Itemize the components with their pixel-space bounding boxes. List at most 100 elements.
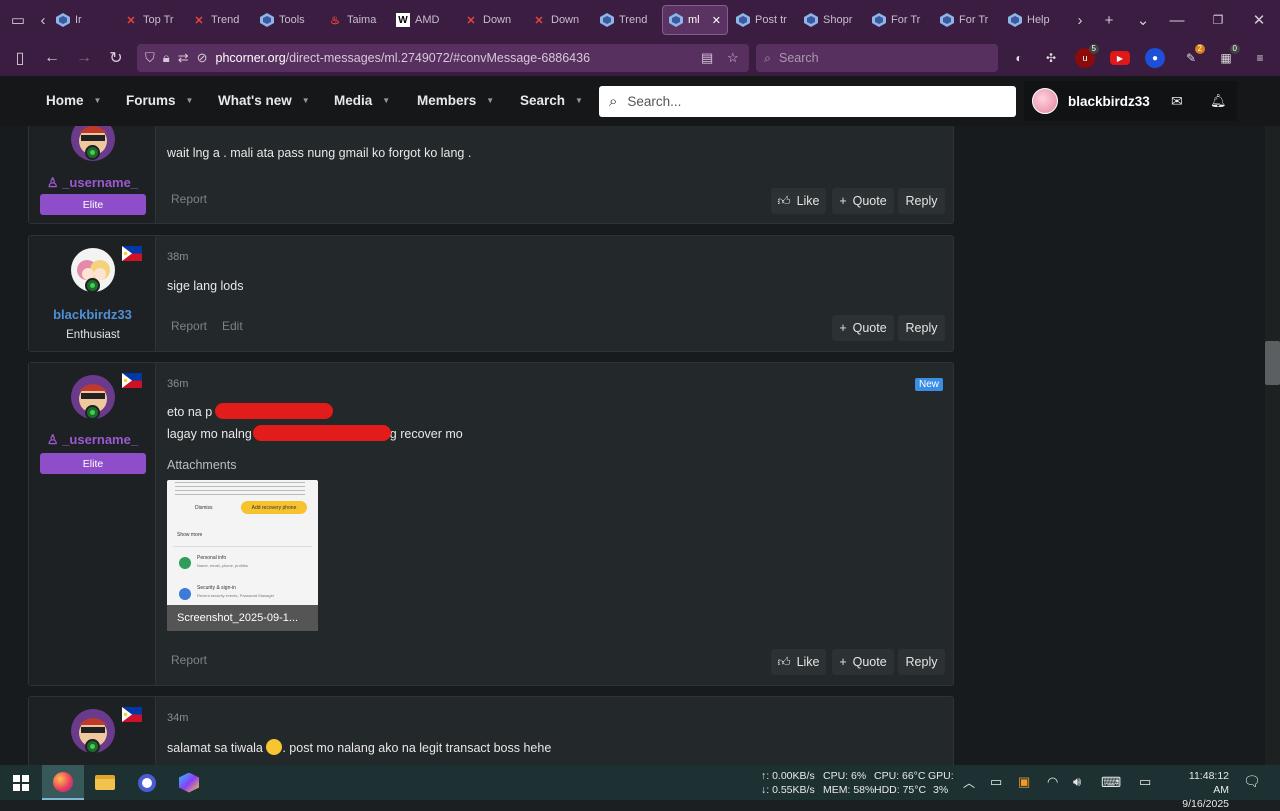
message-time[interactable]: 34m: [167, 712, 188, 724]
tab-list-icon[interactable]: ▭: [0, 0, 36, 40]
lock-icon[interactable]: 🔒︎: [163, 50, 170, 66]
display-icon[interactable]: ▭: [1139, 775, 1151, 789]
tabs-scroll-right-icon[interactable]: ›: [1068, 0, 1092, 40]
url-text[interactable]: phcorner.org/direct-messages/ml.2749072/…: [216, 51, 591, 65]
extension-circle-icon[interactable]: ●: [1145, 48, 1165, 68]
mail-icon[interactable]: ✉: [1171, 93, 1183, 110]
extension-tool-icon[interactable]: ✎ 2: [1181, 44, 1205, 68]
chevron-down-icon[interactable]: ▼: [575, 96, 583, 105]
vpn-app-icon[interactable]: [126, 765, 168, 800]
extension-container-icon[interactable]: ▦ 0: [1216, 44, 1240, 68]
browser-search-input[interactable]: ⌕ Search: [756, 44, 998, 72]
reply-button[interactable]: Reply: [898, 315, 945, 341]
thumbs-up-icon: 👍︎: [777, 654, 791, 669]
message-time[interactable]: 36m: [167, 378, 188, 390]
browser-tab[interactable]: ✕ Down: [458, 5, 524, 35]
user-menu[interactable]: blackbirdz33 ✉ 🔔︎: [1024, 81, 1237, 121]
close-tab-icon[interactable]: ✕: [712, 14, 721, 27]
browser-tab[interactable]: Help: [1002, 5, 1068, 35]
reader-view-icon[interactable]: ▤: [701, 50, 713, 66]
forward-icon[interactable]: →: [68, 40, 100, 76]
report-link[interactable]: Report: [171, 192, 207, 206]
message-username[interactable]: ♙ _username_: [29, 175, 156, 191]
file-explorer-icon[interactable]: [84, 765, 126, 800]
quote-button[interactable]: + Quote: [832, 315, 894, 341]
nav-media[interactable]: Media ▼: [334, 93, 390, 108]
like-button[interactable]: 👍︎ Like: [771, 188, 826, 214]
reload-icon[interactable]: ↻: [100, 40, 132, 76]
site-search-input[interactable]: ⌕ Search...: [599, 86, 1016, 117]
browser-tab[interactable]: ✕ Top Tr: [118, 5, 184, 35]
browser-tab[interactable]: Ir: [50, 5, 116, 35]
nav-search[interactable]: Search ▼: [520, 93, 583, 108]
reply-button[interactable]: Reply: [898, 649, 945, 675]
maximize-icon[interactable]: ❐: [1201, 0, 1235, 40]
chevron-down-icon[interactable]: ▼: [94, 96, 102, 105]
tabs-scroll-left-icon[interactable]: ‹: [36, 0, 50, 40]
message-username[interactable]: ♙ _username_: [29, 432, 156, 448]
minimize-icon[interactable]: —: [1160, 0, 1194, 40]
youtube-icon[interactable]: ▶: [1110, 51, 1130, 65]
nav-members[interactable]: Members ▼: [417, 93, 494, 108]
shield-icon[interactable]: ⛉: [145, 50, 155, 66]
nav-forums[interactable]: Forums ▼: [126, 93, 193, 108]
browser-tab[interactable]: Shopr: [798, 5, 864, 35]
clock[interactable]: 11:48:12 AM 9/16/2025: [1171, 769, 1229, 811]
battery-tray-icon[interactable]: ▭: [990, 775, 1002, 789]
report-link[interactable]: Report: [171, 319, 207, 333]
notification-icon[interactable]: 🗨︎: [1243, 774, 1261, 788]
tracking-icon[interactable]: ⊘: [197, 50, 208, 66]
keyboard-icon[interactable]: ⌨: [1101, 775, 1121, 789]
report-link[interactable]: Report: [171, 653, 207, 667]
browser-tab[interactable]: Post tr: [730, 5, 796, 35]
extensions-puzzle-icon[interactable]: ✣: [1041, 48, 1061, 68]
browser-tab[interactable]: Tools: [254, 5, 320, 35]
quote-button[interactable]: + Quote: [832, 188, 894, 214]
ublock-icon[interactable]: u5: [1075, 44, 1099, 68]
chevron-down-icon[interactable]: ▼: [186, 96, 194, 105]
nav-home[interactable]: Home ▼: [46, 93, 101, 108]
extension-privacy-icon[interactable]: ◐: [1009, 48, 1029, 68]
wifi-icon[interactable]: ◠: [1047, 775, 1058, 789]
close-window-icon[interactable]: ✕: [1242, 0, 1276, 40]
nav-whats-new[interactable]: What's new ▼: [218, 93, 310, 108]
bell-icon[interactable]: 🔔︎: [1210, 93, 1227, 109]
quote-button[interactable]: + Quote: [832, 649, 894, 675]
firefox-icon[interactable]: [42, 765, 84, 800]
browser-tab[interactable]: ✕ Trend: [186, 5, 252, 35]
new-tab-icon[interactable]: +: [1092, 0, 1126, 40]
attachment-filename[interactable]: Screenshot_2025-09-1...: [167, 605, 318, 631]
app-tray-icon[interactable]: ▣: [1018, 775, 1030, 789]
browser-tab[interactable]: Trend: [594, 5, 660, 35]
browser-tab[interactable]: ♨ Taima: [322, 5, 388, 35]
like-button[interactable]: 👍︎ Like: [771, 649, 826, 675]
app-hexagon-icon[interactable]: [168, 765, 210, 800]
browser-tab[interactable]: ✕ Down: [526, 5, 592, 35]
attachment-thumbnail[interactable]: Dismiss Add recovery phone Show more Per…: [167, 480, 318, 631]
scrollbar-thumb[interactable]: [1265, 341, 1280, 385]
user-avatar[interactable]: [1032, 88, 1058, 114]
browser-tab[interactable]: For Tr: [866, 5, 932, 35]
sidebar-toggle-icon[interactable]: ▯: [4, 40, 36, 76]
edit-link[interactable]: Edit: [222, 319, 243, 333]
windows-start-icon[interactable]: [0, 765, 42, 800]
volume-icon[interactable]: 🔊︎: [1073, 775, 1081, 789]
message-username[interactable]: blackbirdz33: [29, 307, 156, 322]
tray-overflow-icon[interactable]: ︿: [963, 776, 975, 790]
browser-tab[interactable]: For Tr: [934, 5, 1000, 35]
page-scrollbar[interactable]: [1265, 126, 1280, 766]
reply-button[interactable]: Reply: [898, 188, 945, 214]
username-label[interactable]: blackbirdz33: [1068, 94, 1150, 109]
browser-tab[interactable]: W AMD: [390, 5, 456, 35]
chevron-down-icon[interactable]: ▼: [486, 96, 494, 105]
message-time[interactable]: 38m: [167, 251, 188, 263]
chevron-down-icon[interactable]: ▼: [382, 96, 390, 105]
tab-overflow-chevron-icon[interactable]: ⌄: [1126, 0, 1160, 40]
url-bar[interactable]: ⛉ 🔒︎ ⇄ ⊘ phcorner.org/direct-messages/ml…: [137, 44, 749, 72]
chevron-down-icon[interactable]: ▼: [302, 96, 310, 105]
permissions-icon[interactable]: ⇄: [178, 50, 189, 66]
back-icon[interactable]: ←: [36, 40, 68, 76]
bookmark-star-icon[interactable]: ☆: [727, 50, 739, 66]
browser-tab[interactable]: ml ✕: [662, 5, 728, 35]
app-menu-icon[interactable]: ≡: [1250, 48, 1270, 68]
